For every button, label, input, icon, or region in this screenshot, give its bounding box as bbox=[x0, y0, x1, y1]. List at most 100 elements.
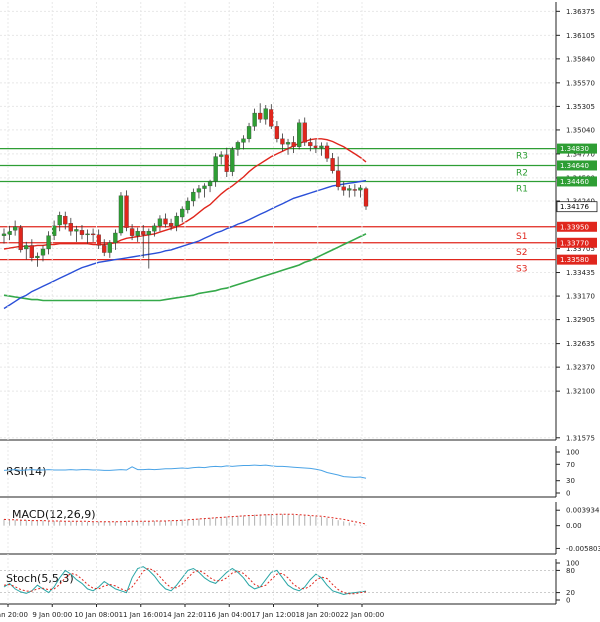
bull-candle bbox=[297, 122, 302, 147]
price-tick-label: 1.31575 bbox=[566, 434, 595, 442]
price-tick-label: 1.32100 bbox=[566, 388, 595, 396]
r1-price-tag-text: 1.34460 bbox=[560, 178, 589, 186]
bull-candle bbox=[40, 248, 46, 256]
bull-candle bbox=[202, 185, 207, 189]
price-tick-label: 1.36375 bbox=[566, 8, 595, 16]
s3-price-tag-text: 1.33580 bbox=[560, 256, 589, 264]
bull-candle bbox=[118, 195, 124, 234]
s1-label: S1 bbox=[516, 232, 527, 242]
bull-candle bbox=[191, 191, 196, 202]
bear-candle bbox=[363, 188, 369, 207]
bull-candle bbox=[213, 156, 218, 182]
bear-candle bbox=[324, 145, 330, 159]
x-tick-label: 10 Jan 08:00 bbox=[74, 611, 118, 619]
price-tick-label: 1.32635 bbox=[566, 340, 595, 348]
bear-candle bbox=[90, 233, 96, 236]
stoch-title: Stoch(5,5,3) bbox=[6, 572, 74, 585]
bear-candle bbox=[129, 228, 135, 236]
bear-candle bbox=[274, 126, 280, 139]
bull-candle bbox=[319, 145, 324, 148]
r3-label: R3 bbox=[516, 152, 528, 162]
price-tick-label: 1.36105 bbox=[566, 32, 595, 40]
x-tick-label: 16 Jan 04:00 bbox=[207, 611, 251, 619]
bull-candle bbox=[74, 229, 79, 232]
bear-candle bbox=[258, 112, 263, 120]
bear-candle bbox=[330, 158, 335, 171]
macd-panel: MACD(12,26,9) 0.003934 0.00 -0.005803 bbox=[0, 502, 600, 555]
bull-candle bbox=[207, 181, 213, 187]
bear-candle bbox=[102, 245, 107, 253]
bull-candle bbox=[57, 215, 62, 226]
bull-candle bbox=[107, 242, 112, 253]
bull-candle bbox=[113, 232, 118, 243]
bear-candle bbox=[336, 170, 341, 187]
bull-candle bbox=[35, 255, 40, 259]
price-tick-label: 1.35305 bbox=[566, 103, 595, 111]
macd-tick-label: -0.005803 bbox=[566, 545, 600, 553]
r2-label: R2 bbox=[516, 168, 528, 178]
bear-candle bbox=[29, 245, 34, 259]
bear-candle bbox=[18, 227, 23, 251]
rsi-panel: RSI(14) 100 70 30 0 bbox=[0, 446, 579, 498]
bull-candle bbox=[185, 200, 190, 211]
bear-candle bbox=[96, 234, 101, 246]
bull-candle bbox=[1, 233, 7, 236]
bull-candle bbox=[252, 112, 257, 127]
bull-candle bbox=[246, 126, 252, 139]
bear-candle bbox=[224, 154, 229, 172]
bull-candle bbox=[219, 154, 224, 157]
bull-candle bbox=[46, 235, 51, 250]
bear-candle bbox=[308, 142, 313, 147]
bear-candle bbox=[141, 231, 146, 235]
macd-tick-label: 0.003934 bbox=[566, 507, 600, 515]
bear-candle bbox=[124, 195, 129, 228]
bull-candle bbox=[135, 231, 140, 236]
bull-candle bbox=[12, 226, 18, 231]
stoch-tick-label: 80 bbox=[566, 567, 575, 575]
bull-candle bbox=[263, 108, 268, 120]
bull-candle bbox=[180, 208, 185, 218]
bear-candle bbox=[280, 138, 285, 145]
r1-label: R1 bbox=[516, 184, 528, 194]
price-tick-label: 1.32370 bbox=[566, 364, 595, 372]
rsi-tick-label: 100 bbox=[566, 449, 579, 457]
price-tick-label: 1.33170 bbox=[566, 293, 595, 301]
stoch-panel: Stoch(5,5,3) 10080200 bbox=[0, 559, 579, 605]
bull-candle bbox=[24, 245, 29, 250]
current-price-text: 1.34176 bbox=[560, 203, 589, 211]
bull-candle bbox=[241, 138, 246, 143]
bull-candle bbox=[285, 142, 291, 145]
forex-chart: 1.36375 1.36105 1.35840 1.35570 1.35305 1.350… bbox=[0, 2, 600, 619]
bull-candle bbox=[85, 233, 90, 236]
x-tick-label: 8 Jan 20:00 bbox=[0, 611, 28, 619]
macd-title: MACD(12,26,9) bbox=[12, 508, 96, 521]
s3-label: S3 bbox=[516, 265, 527, 275]
bear-candle bbox=[63, 215, 68, 225]
bull-candle bbox=[230, 149, 235, 172]
bear-candle bbox=[352, 189, 358, 191]
bull-candle bbox=[157, 218, 163, 227]
bull-candle bbox=[347, 188, 352, 191]
bear-candle bbox=[168, 223, 174, 227]
bull-candle bbox=[174, 215, 179, 227]
x-tick-label: 14 Jan 22:01 bbox=[163, 611, 207, 619]
rsi-tick-label: 0 bbox=[566, 490, 570, 498]
bull-candle bbox=[146, 231, 151, 235]
x-tick-label: 17 Jan 12:00 bbox=[251, 611, 295, 619]
x-tick-label: 18 Jan 20:00 bbox=[296, 611, 340, 619]
s2-label: S2 bbox=[516, 248, 527, 258]
time-axis: 8 Jan 20:00 9 Jan 00:0010 Jan 08:0011 Jan… bbox=[0, 2, 384, 619]
bull-candle bbox=[196, 188, 202, 193]
price-tick-label: 1.33435 bbox=[566, 269, 595, 277]
r3-price-tag-text: 1.34830 bbox=[560, 145, 589, 153]
x-tick-label: 9 Jan 00:00 bbox=[32, 611, 72, 619]
price-panel: 1.36375 1.36105 1.35840 1.35570 1.35305 1.350… bbox=[0, 2, 598, 442]
bull-candle bbox=[152, 225, 157, 232]
r2-price-tag-text: 1.34640 bbox=[560, 162, 589, 170]
price-tick-label: 1.35840 bbox=[566, 55, 595, 63]
rsi-title: RSI(14) bbox=[6, 465, 46, 478]
bear-candle bbox=[269, 109, 274, 127]
price-tick-label: 1.35570 bbox=[566, 79, 595, 87]
bear-candle bbox=[68, 223, 73, 232]
macd-tick-label: 0.00 bbox=[566, 522, 582, 530]
